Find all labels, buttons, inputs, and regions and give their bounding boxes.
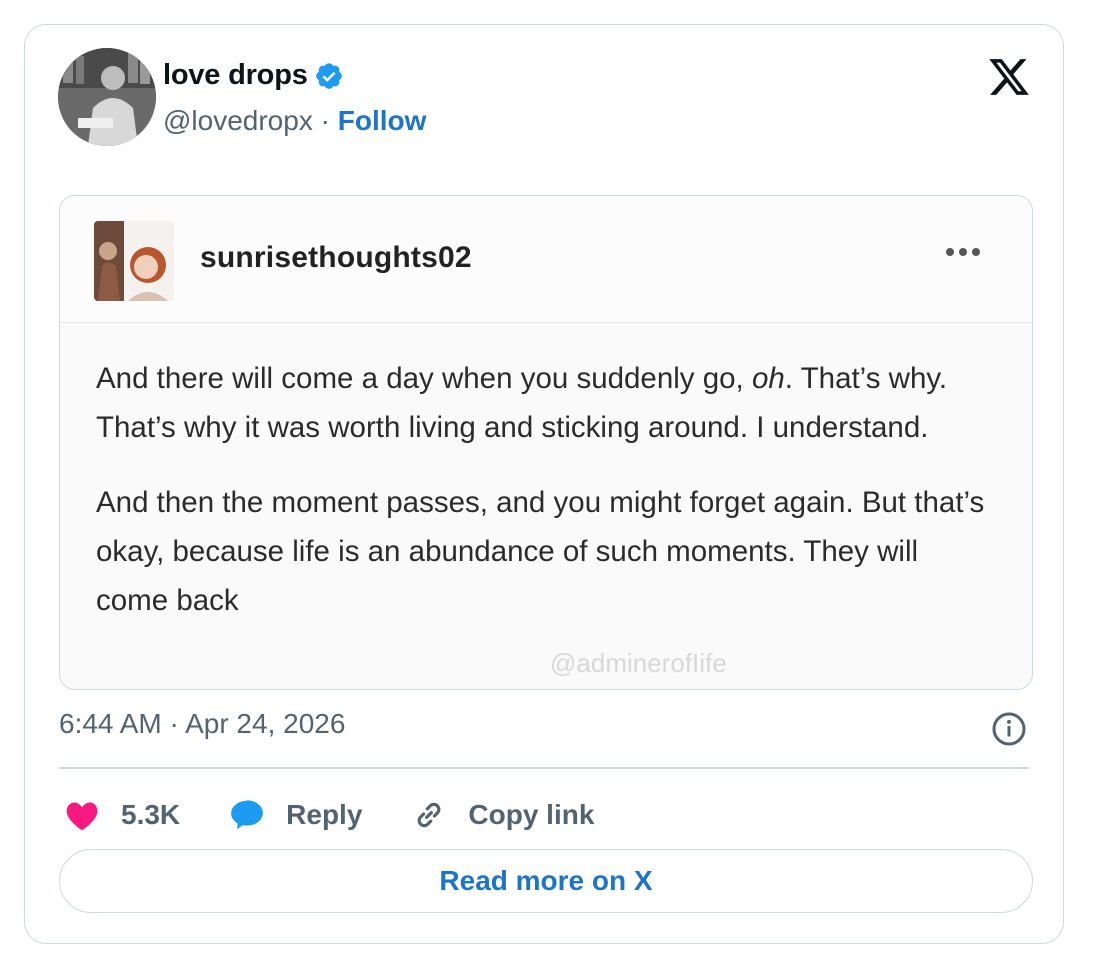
author-name[interactable]: love drops xyxy=(163,59,308,92)
x-logo-icon[interactable] xyxy=(987,55,1031,99)
verified-badge-icon xyxy=(314,61,344,91)
reply-button[interactable]: Reply xyxy=(228,796,362,834)
action-bar: 5.3K Reply Copy link xyxy=(63,790,642,840)
link-icon xyxy=(410,796,448,834)
heart-icon xyxy=(63,796,101,834)
quoted-paragraph-1: And there will come a day when you sudde… xyxy=(96,362,948,444)
quoted-post-body: And there will come a day when you sudde… xyxy=(96,354,996,651)
author-handle-row: @lovedropx · Follow xyxy=(163,105,426,137)
author-handle[interactable]: @lovedropx xyxy=(163,105,313,136)
quoted-paragraph-2: And then the moment passes, and you migh… xyxy=(96,486,985,617)
quoted-username: sunrisethoughts02 xyxy=(200,241,472,274)
read-more-button[interactable]: Read more on X xyxy=(59,849,1033,913)
info-icon[interactable] xyxy=(991,711,1027,747)
author-avatar[interactable] xyxy=(58,48,156,146)
quoted-user-avatar xyxy=(94,221,174,301)
reply-bubble-icon xyxy=(228,796,266,834)
image-watermark: @adminerofIife xyxy=(550,648,727,678)
post-timestamp[interactable]: 6:44 AM · Apr 24, 2026 xyxy=(59,708,345,740)
more-dots-icon xyxy=(946,248,980,256)
like-count: 5.3K xyxy=(121,799,181,830)
copy-link-button[interactable]: Copy link xyxy=(410,796,594,834)
reply-label: Reply xyxy=(286,799,363,830)
embedded-tweet-card: love drops @lovedropx · Follow sunriseth… xyxy=(24,24,1064,944)
divider xyxy=(59,767,1029,769)
quoted-post-header: sunrisethoughts02 xyxy=(60,196,1032,323)
copy-link-label: Copy link xyxy=(468,799,595,830)
like-button[interactable]: 5.3K xyxy=(63,796,180,834)
follow-button[interactable]: Follow xyxy=(338,105,427,136)
handle-separator: · xyxy=(320,105,330,136)
quoted-post-image[interactable]: sunrisethoughts02 And there will come a … xyxy=(59,195,1033,690)
